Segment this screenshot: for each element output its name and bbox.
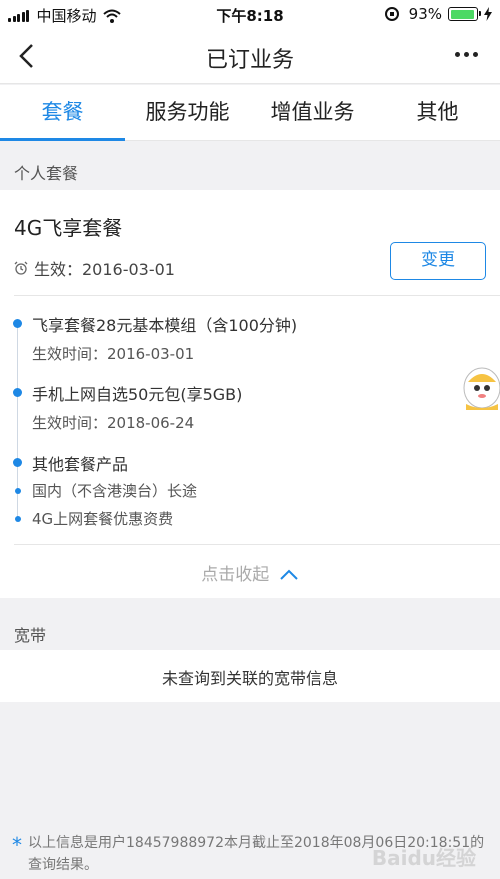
collapse-button[interactable]: 点击收起 xyxy=(0,560,500,585)
tab-package[interactable]: 套餐 xyxy=(0,85,125,141)
status-bar: 中国移动 下午8:18 93% xyxy=(0,0,500,28)
package-item-title: 其他套餐产品 xyxy=(32,455,129,474)
change-button[interactable]: 变更 xyxy=(390,242,486,280)
assistant-mascot-icon[interactable] xyxy=(460,364,500,410)
charging-icon xyxy=(484,7,492,21)
package-item-title: 手机上网自选50元包(享5GB) xyxy=(32,385,243,404)
package-effective-date: 生效：2016-03-01 xyxy=(34,260,175,279)
tab-other[interactable]: 其他 xyxy=(375,85,500,140)
battery-icon xyxy=(448,7,481,21)
timeline-dot xyxy=(13,458,22,467)
timeline-dot xyxy=(13,388,22,397)
battery-percent: 93% xyxy=(408,5,442,23)
other-product-item: 4G上网套餐优惠资费 xyxy=(32,510,174,528)
timeline-dot-small xyxy=(14,516,21,522)
chevron-up-icon xyxy=(279,569,298,580)
package-item-date: 生效时间：2016-03-01 xyxy=(32,345,195,363)
nav-bar: 已订业务 xyxy=(0,28,500,84)
other-product-item: 国内（不含港澳台）长途 xyxy=(32,482,198,500)
watermark: Baidu经验 xyxy=(371,846,476,870)
package-name: 4G飞享套餐 xyxy=(14,216,123,240)
rotation-lock-icon xyxy=(384,7,399,21)
personal-package-card: 4G飞享套餐 生效：2016-03-01 变更 飞享套餐28元基本模组（含100… xyxy=(0,190,500,598)
tab-service-functions[interactable]: 服务功能 xyxy=(125,85,250,140)
collapse-label: 点击收起 xyxy=(201,565,270,585)
page-title: 已订业务 xyxy=(205,48,294,73)
timeline-dot xyxy=(13,319,22,328)
asterisk-icon: * xyxy=(12,833,22,857)
more-dots-icon[interactable] xyxy=(451,52,478,57)
package-effective: 生效：2016-03-01 xyxy=(14,256,175,280)
broadband-section-label: 宽带 xyxy=(14,626,47,645)
package-item-date: 生效时间：2018-06-24 xyxy=(32,414,195,432)
package-item-title: 飞享套餐28元基本模组（含100分钟) xyxy=(32,316,298,335)
timeline-dot-small xyxy=(14,488,21,494)
personal-package-section-label: 个人套餐 xyxy=(14,164,79,183)
tab-value-added[interactable]: 增值业务 xyxy=(250,85,375,140)
broadband-message: 未查询到关联的宽带信息 xyxy=(161,669,338,688)
alarm-clock-icon xyxy=(14,261,28,275)
broadband-card: 未查询到关联的宽带信息 xyxy=(0,650,500,702)
tab-bar: 套餐 服务功能 增值业务 其他 xyxy=(0,85,500,141)
